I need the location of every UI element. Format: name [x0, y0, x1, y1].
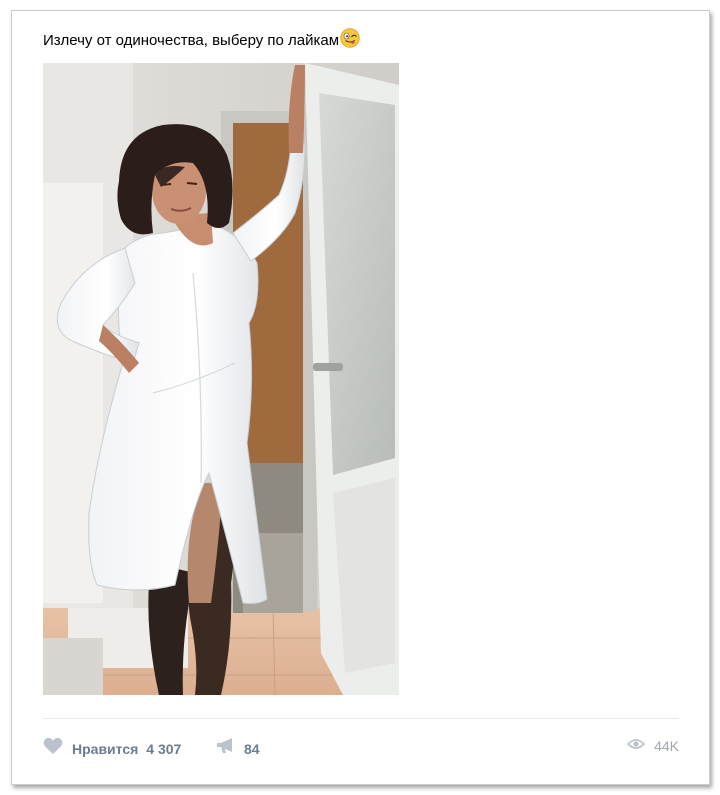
winking-face-with-tongue-icon — [340, 28, 360, 48]
views-count: 44K — [654, 738, 679, 754]
megaphone-icon — [216, 737, 236, 760]
share-button[interactable]: 84 — [216, 737, 260, 760]
footer-divider — [43, 718, 679, 719]
photo-illustration — [43, 63, 399, 695]
post-actions: Нравится 4 307 84 44K — [43, 735, 679, 761]
heart-icon — [43, 737, 63, 760]
post-text-label: Излечу от одиночества, выберу по лайкам — [43, 31, 340, 49]
share-count: 84 — [244, 740, 260, 757]
views-counter: 44K — [626, 737, 679, 755]
like-count: 4 307 — [146, 740, 182, 757]
post-card: Излечу от одиночества, выберу по лайкам — [11, 10, 710, 785]
like-button[interactable]: Нравится 4 307 — [43, 737, 181, 760]
eye-icon — [626, 737, 646, 755]
like-label: Нравится — [72, 740, 139, 757]
post-text: Излечу от одиночества, выберу по лайкам — [43, 28, 360, 50]
post-photo[interactable] — [43, 63, 399, 695]
